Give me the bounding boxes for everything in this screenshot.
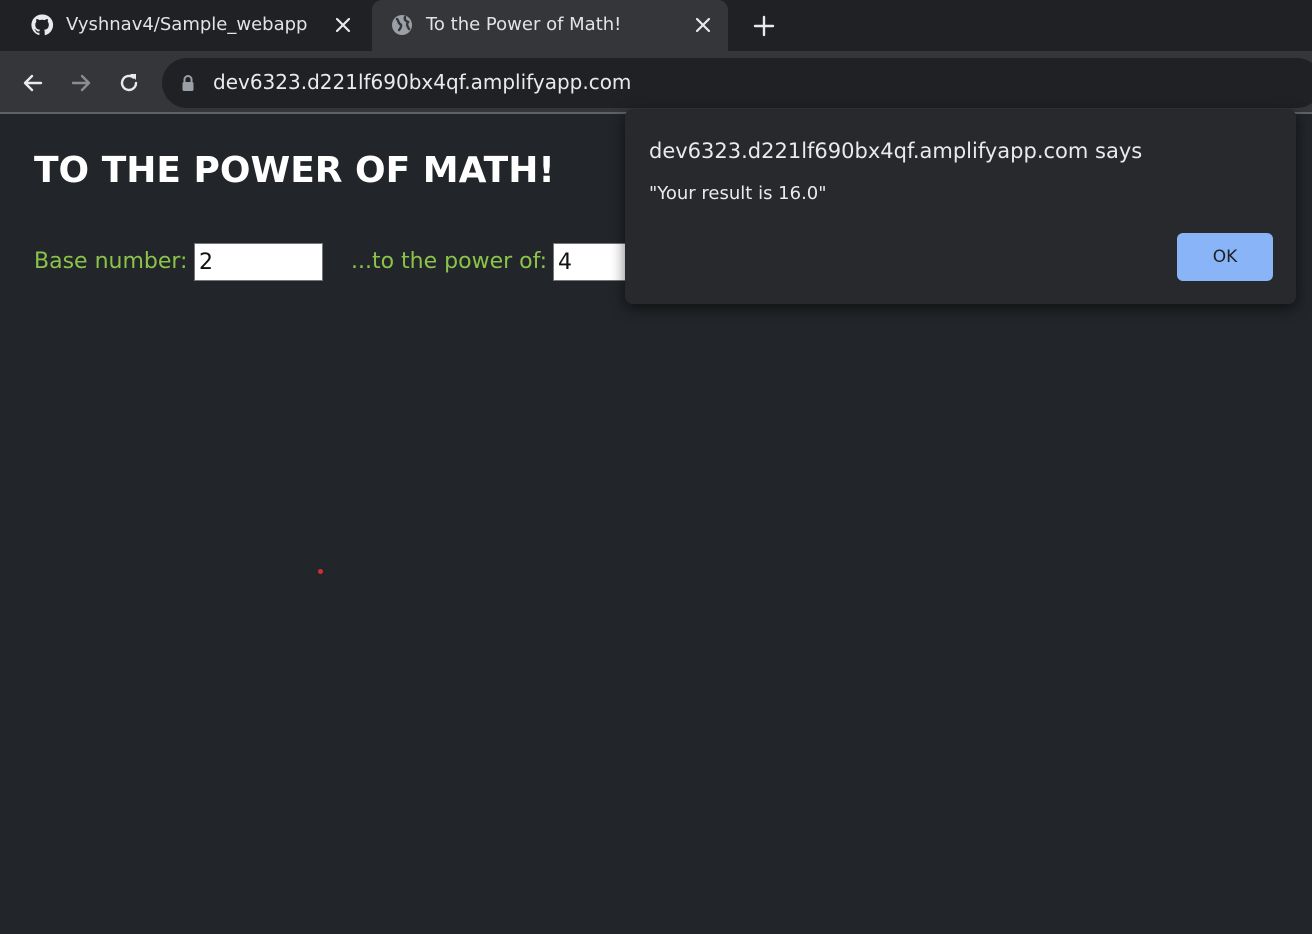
back-arrow-icon[interactable] [20,70,46,96]
close-tab-icon[interactable] [692,14,714,36]
lock-icon[interactable] [180,74,196,92]
browser-tab-strip: Vyshnav4/Sample_webapp To the Power of M… [0,0,1312,51]
browser-toolbar: dev6323.d221lf690bx4qf.amplifyapp.com [0,51,1312,114]
reload-icon[interactable] [116,70,142,96]
cursor-dot [318,569,323,574]
tab-github[interactable]: Vyshnav4/Sample_webapp [12,0,368,51]
dialog-origin: dev6323.d221lf690bx4qf.amplifyapp.com sa… [649,139,1143,163]
tab-title: Vyshnav4/Sample_webapp [66,14,308,35]
page-title: TO THE POWER OF MATH! [34,150,555,191]
new-tab-plus-icon[interactable] [750,12,778,40]
power-label: ...to the power of: [351,249,547,274]
alert-dialog: dev6323.d221lf690bx4qf.amplifyapp.com sa… [625,109,1296,304]
address-bar[interactable]: dev6323.d221lf690bx4qf.amplifyapp.com [162,58,1312,108]
close-tab-icon[interactable] [332,14,354,36]
url-text: dev6323.d221lf690bx4qf.amplifyapp.com [213,70,632,94]
tab-power-of-math[interactable]: To the Power of Math! [372,0,728,51]
base-number-label: Base number: [34,249,188,274]
dialog-message: "Your result is 16.0" [649,183,827,204]
globe-icon [392,15,412,35]
github-icon [31,14,54,36]
base-number-input[interactable] [194,243,323,281]
forward-arrow-icon[interactable] [68,70,94,96]
tab-title: To the Power of Math! [426,14,622,35]
ok-button[interactable]: OK [1177,233,1273,281]
